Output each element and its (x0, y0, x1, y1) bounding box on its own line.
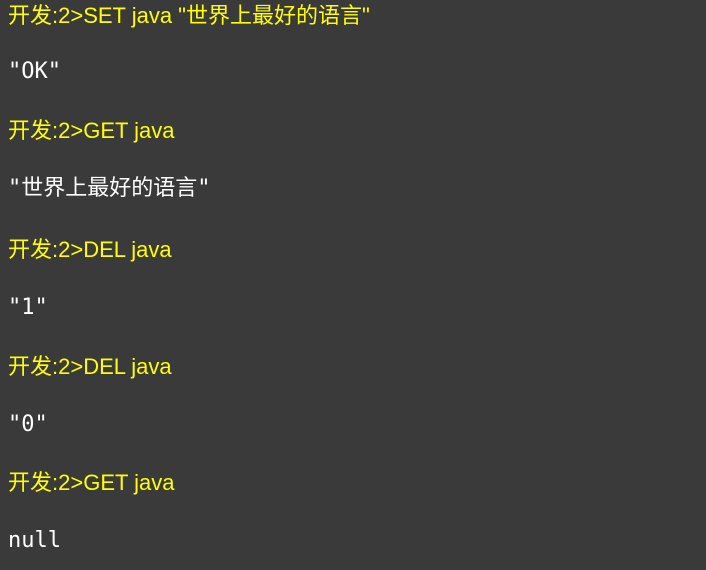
output-line: "0" (8, 412, 48, 437)
prompt: 开发:2> (8, 3, 84, 28)
prompt: 开发:2> (8, 118, 84, 143)
command-line: 开发:2>DEL java (8, 353, 172, 381)
command-text: DEL java (83, 237, 172, 262)
command-text: SET java "世界上最好的语言" (83, 3, 370, 28)
command-line: 开发:2>DEL java (8, 236, 172, 264)
command-line: 开发:2>GET java (8, 469, 175, 497)
command-line: 开发:2>GET java (8, 117, 175, 145)
redis-console: 开发:2>SET java "世界上最好的语言" "OK" 开发:2>GET j… (0, 0, 706, 570)
command-line: 开发:2>SET java "世界上最好的语言" (8, 2, 370, 30)
prompt: 开发:2> (8, 354, 84, 379)
prompt: 开发:2> (8, 470, 84, 495)
prompt: 开发:2> (8, 237, 84, 262)
command-text: DEL java (83, 354, 172, 379)
output-line: null (8, 528, 61, 553)
command-text: GET java (83, 118, 175, 143)
output-line: "1" (8, 295, 48, 320)
output-line: "世界上最好的语言" (8, 176, 211, 201)
output-line: "OK" (8, 59, 61, 84)
command-text: GET java (83, 470, 175, 495)
